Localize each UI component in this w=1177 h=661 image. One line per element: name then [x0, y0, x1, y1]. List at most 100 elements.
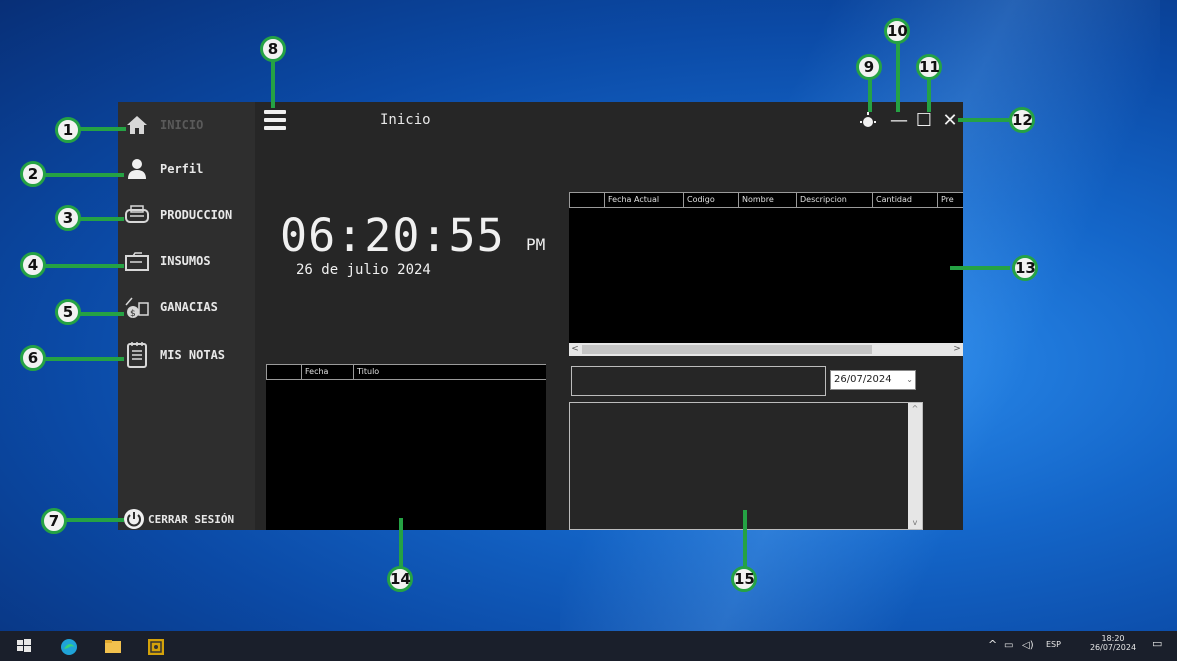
- clock-date: 26 de julio 2024: [296, 262, 431, 278]
- power-icon: [122, 505, 146, 533]
- callout-line: [896, 42, 900, 112]
- money-icon: $: [122, 293, 152, 321]
- hamburger-menu-icon[interactable]: [264, 110, 286, 130]
- production-grid-header: Fecha Actual Codigo Nombre Descripcion C…: [569, 192, 963, 208]
- home-icon: [122, 111, 152, 139]
- callout-7: 7: [41, 508, 67, 534]
- nav-item-produccion[interactable]: PRODUCCION: [122, 200, 254, 230]
- callout-4: 4: [20, 252, 46, 278]
- notes-grid-header: Fecha Titulo: [266, 364, 546, 380]
- callout-line: [44, 264, 124, 268]
- callout-line: [80, 127, 126, 131]
- production-col-header[interactable]: Codigo: [683, 193, 738, 207]
- nav-label-produccion: PRODUCCION: [160, 208, 233, 222]
- callout-5: 5: [55, 299, 81, 325]
- language-indicator[interactable]: ESP: [1046, 640, 1061, 649]
- callout-line: [743, 510, 747, 568]
- scrollbar-thumb[interactable]: [582, 345, 872, 354]
- folder-icon: [122, 247, 152, 275]
- notes-col-header[interactable]: Fecha: [301, 365, 353, 379]
- callout-line: [950, 266, 1010, 270]
- logout-button[interactable]: CERRAR SESIÓN: [122, 504, 254, 534]
- callout-line: [868, 76, 872, 112]
- show-hidden-icons-chevron-icon[interactable]: ^: [988, 638, 997, 651]
- callout-line: [927, 76, 931, 112]
- tray-date: 26/07/2024: [1089, 643, 1137, 652]
- callout-14: 14: [387, 566, 413, 592]
- close-button[interactable]: ✕: [940, 110, 960, 132]
- printer-icon: [122, 201, 152, 229]
- notes-col-header[interactable]: [266, 365, 301, 379]
- theme-toggle-button[interactable]: [858, 110, 878, 132]
- minimize-button[interactable]: —: [889, 110, 909, 132]
- app-taskbar-icon[interactable]: [147, 638, 165, 655]
- app-window: INICIO Perfil PRODUCCION INSUMOS $ GANAC…: [118, 102, 963, 530]
- nav-label-ganacias: GANACIAS: [160, 300, 218, 314]
- callout-6: 6: [20, 345, 46, 371]
- nav-item-perfil[interactable]: Perfil: [122, 154, 254, 184]
- production-col-header[interactable]: Fecha Actual: [604, 193, 683, 207]
- callout-9: 9: [856, 54, 882, 80]
- callout-12: 12: [1009, 107, 1035, 133]
- sidebar: INICIO Perfil PRODUCCION INSUMOS $ GANAC…: [118, 102, 255, 530]
- nav-label-insumos: INSUMOS: [160, 254, 211, 268]
- callout-15: 15: [731, 566, 757, 592]
- nav-item-mis-notas[interactable]: MIS NOTAS: [122, 340, 254, 370]
- user-icon: [122, 155, 152, 183]
- windows-start-icon[interactable]: [16, 638, 34, 654]
- volume-icon[interactable]: ◁): [1022, 640, 1034, 651]
- scroll-down-icon[interactable]: v: [908, 517, 922, 529]
- callout-10: 10: [884, 18, 910, 44]
- callout-8: 8: [260, 36, 286, 62]
- callout-1: 1: [55, 117, 81, 143]
- file-explorer-icon[interactable]: [104, 638, 122, 654]
- note-body-scrollbar[interactable]: ^ v: [908, 403, 922, 529]
- notepad-icon: [122, 341, 152, 369]
- chevron-down-icon[interactable]: ⌄: [906, 371, 913, 389]
- production-grid[interactable]: Fecha Actual Codigo Nombre Descripcion C…: [569, 192, 963, 343]
- production-grid-scrollbar[interactable]: < >: [569, 343, 963, 356]
- notes-grid[interactable]: Fecha Titulo: [266, 364, 546, 530]
- scroll-right-icon[interactable]: >: [951, 343, 963, 356]
- production-col-header[interactable]: [569, 193, 604, 207]
- nav-label-inicio: INICIO: [160, 118, 204, 132]
- production-col-header[interactable]: Descripcion: [796, 193, 872, 207]
- callout-line: [78, 217, 124, 221]
- production-col-header[interactable]: Nombre: [738, 193, 796, 207]
- network-icon[interactable]: ▭: [1004, 640, 1013, 651]
- svg-text:$: $: [130, 309, 136, 319]
- logout-label: CERRAR SESIÓN: [148, 512, 235, 526]
- callout-line: [44, 173, 124, 177]
- maximize-button[interactable]: ☐: [914, 110, 934, 132]
- callout-line: [399, 518, 403, 568]
- edge-browser-icon[interactable]: [60, 638, 78, 655]
- note-date-value: 26/07/2024: [834, 374, 892, 385]
- callout-3: 3: [55, 205, 81, 231]
- callout-11: 11: [916, 54, 942, 80]
- notification-center-icon[interactable]: ▭: [1152, 637, 1162, 650]
- page-title: Inicio: [380, 112, 431, 128]
- callout-line: [271, 60, 275, 108]
- production-col-header[interactable]: Cantidad: [872, 193, 937, 207]
- tray-clock[interactable]: 18:20 26/07/2024: [1088, 634, 1138, 652]
- tray-time: 18:20: [1101, 634, 1125, 643]
- callout-line: [78, 312, 124, 316]
- clock-ampm: PM: [526, 235, 546, 254]
- note-title-input[interactable]: [571, 366, 826, 396]
- scroll-up-icon[interactable]: ^: [908, 403, 922, 415]
- callout-13: 13: [1012, 255, 1038, 281]
- nav-label-mis-notas: MIS NOTAS: [160, 348, 226, 362]
- scroll-left-icon[interactable]: <: [569, 343, 581, 356]
- production-col-header[interactable]: Pre: [937, 193, 963, 207]
- callout-line: [958, 118, 1010, 122]
- notes-col-header[interactable]: Titulo: [353, 365, 546, 379]
- nav-label-perfil: Perfil: [160, 162, 204, 176]
- note-date-picker[interactable]: 26/07/2024 ⌄: [830, 370, 916, 390]
- nav-item-ganacias[interactable]: $ GANACIAS: [122, 292, 254, 322]
- sun-icon: [860, 112, 876, 127]
- nav-item-insumos[interactable]: INSUMOS: [122, 246, 254, 276]
- callout-line: [44, 357, 124, 361]
- callout-2: 2: [20, 161, 46, 187]
- nav-item-inicio[interactable]: INICIO: [122, 110, 254, 140]
- taskbar: ^ ▭ ◁) ESP 18:20 26/07/2024 ▭: [0, 631, 1177, 661]
